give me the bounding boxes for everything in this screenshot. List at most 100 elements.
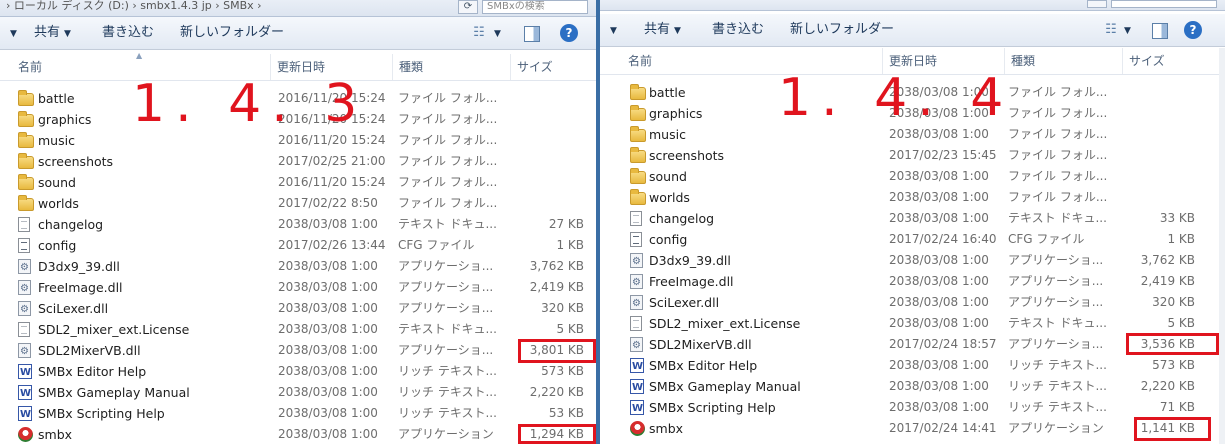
share-button[interactable]: 共有 ▼ [34,17,71,49]
file-row[interactable]: sound 2016/11/20 15:24 ファイル フォル... [0,172,596,193]
help-icon[interactable]: ? [560,24,578,42]
file-row[interactable]: SMBx Gameplay Manual 2038/03/08 1:00 リッチ テ… [600,376,1225,398]
file-row[interactable]: changelog 2038/03/08 1:00 テキスト ドキュ... 27 KB [0,214,596,235]
file-row[interactable]: screenshots 2017/02/25 21:00 ファイル フォル... [0,151,596,172]
file-row[interactable]: SMBx Scripting Help 2038/03/08 1:00 リッチ テキ… [600,397,1225,419]
view-dropdown[interactable]: ▼ [490,17,501,49]
file-row[interactable]: SMBx Editor Help 2038/03/08 1:00 リッチ テキスト.… [0,361,596,383]
address-bar[interactable]: › ローカル ディスク (D:) › smbx1.4.3 jp › SMBx ›… [0,0,596,17]
column-header-size[interactable]: サイズ [510,54,596,80]
view-options-icon[interactable]: ☷ [470,24,488,42]
file-name: worlds [38,196,79,211]
file-row[interactable]: SDL2_mixer_ext.License 2038/03/08 1:00 テキス… [0,319,596,340]
file-row[interactable]: screenshots 2017/02/23 15:45 ファイル フォル... [600,145,1225,166]
file-type: アプリケーショ... [398,259,494,273]
folder-icon [630,84,646,100]
new-folder-button[interactable]: 新しいフォルダー [790,14,894,46]
file-name: worlds [649,190,690,205]
file-name: SMBx Editor Help [38,364,147,379]
folder-icon [18,153,34,169]
preview-pane-icon[interactable] [524,26,540,42]
file-row[interactable]: SMBx Scripting Help 2038/03/08 1:00 リッチ テキ… [0,403,596,425]
file-row[interactable]: sound 2038/03/08 1:00 ファイル フォル... [600,166,1225,187]
refresh-icon[interactable]: ⟳ [458,0,478,14]
file-size [1116,187,1195,208]
highlight-box-sdl2mixervb-size [1126,333,1219,355]
organize-dropdown-tail[interactable]: ▼ [606,14,617,46]
file-date: 2038/03/08 1:00 [278,217,378,231]
help-icon[interactable]: ? [1184,21,1202,39]
file-type: アプリケーショ... [1008,337,1104,351]
file-type: リッチ テキスト... [1008,379,1107,393]
file-size: 3,762 KB [529,259,584,273]
file-size [506,193,584,214]
organize-dropdown-tail[interactable]: ▼ [6,17,17,49]
view-dropdown[interactable]: ▼ [1120,14,1131,46]
file-name: screenshots [649,148,725,163]
file-row[interactable]: worlds 2038/03/08 1:00 ファイル フォル... [600,187,1225,208]
file-row[interactable]: SDL2_mixer_ext.License 2038/03/08 1:00 テキス… [600,313,1225,334]
file-row[interactable]: FreeImage.dll 2038/03/08 1:00 アプリケーショ... 2,… [600,271,1225,293]
file-row[interactable]: config 2017/02/26 13:44 CFG ファイル 1 KB [0,235,596,256]
file-name: SDL2MixerVB.dll [649,337,752,352]
file-row[interactable]: config 2017/02/24 16:40 CFG ファイル 1 KB [600,229,1225,250]
dll-file-icon [630,335,643,356]
file-row[interactable]: SciLexer.dll 2038/03/08 1:00 アプリケーショ... 320… [0,298,596,320]
new-folder-button[interactable]: 新しいフォルダー [180,17,284,49]
file-name: FreeImage.dll [38,280,123,295]
folder-icon [18,195,34,211]
file-size [506,172,584,193]
chevron-down-icon: ▼ [64,29,71,39]
dll-file-icon [18,278,31,299]
folder-icon [18,174,34,190]
file-type: アプリケーショ... [1008,295,1104,309]
share-label: 共有 [34,25,61,40]
search-input[interactable] [1111,0,1217,8]
file-row[interactable]: SDL2MixerVB.dll 2038/03/08 1:00 アプリケーショ...… [0,340,596,362]
folder-icon [630,105,646,121]
file-size: 2,419 KB [1140,274,1195,288]
folder-icon [18,111,34,127]
rich-text-file-icon [630,356,644,377]
refresh-icon[interactable] [1087,0,1107,8]
file-row[interactable]: D3dx9_39.dll 2038/03/08 1:00 アプリケーショ... 3,7… [0,256,596,278]
burn-button[interactable]: 書き込む [102,17,154,49]
file-date: 2017/02/25 21:00 [278,154,386,168]
file-date: 2038/03/08 1:00 [889,169,989,183]
file-list: battle 2016/11/20 15:24 ファイル フォル... graphic… [0,88,596,444]
view-options-icon[interactable]: ☷ [1102,21,1120,39]
file-date: 2038/03/08 1:00 [278,301,378,315]
file-date: 2038/03/08 1:00 [889,316,989,330]
file-row[interactable]: D3dx9_39.dll 2038/03/08 1:00 アプリケーショ... 3,7… [600,250,1225,272]
file-name: SDL2_mixer_ext.License [38,322,190,337]
file-name: SciLexer.dll [649,295,720,310]
file-row[interactable]: SMBx Gameplay Manual 2038/03/08 1:00 リッチ テ… [0,382,596,404]
search-input[interactable]: SMBxの検索 [482,0,588,14]
file-date: 2038/03/08 1:00 [889,274,989,288]
explorer-window-left: › ローカル ディスク (D:) › smbx1.4.3 jp › SMBx ›… [0,0,596,444]
file-row[interactable]: smbx 2017/02/24 14:41 アプリケーション 1,141 KB [600,418,1225,439]
column-header-size[interactable]: サイズ [1122,48,1219,74]
file-row[interactable]: SMBx Editor Help 2038/03/08 1:00 リッチ テキスト.… [600,355,1225,377]
column-header-type[interactable]: 種類 [1004,48,1122,74]
file-row[interactable]: worlds 2017/02/22 8:50 ファイル フォル... [0,193,596,214]
burn-button[interactable]: 書き込む [712,14,764,46]
file-row[interactable]: smbx 2038/03/08 1:00 アプリケーション 1,294 KB [0,424,596,444]
share-button[interactable]: 共有 ▼ [644,14,681,46]
file-name: SMBx Scripting Help [649,400,776,415]
file-row[interactable]: FreeImage.dll 2038/03/08 1:00 アプリケーショ... 2,… [0,277,596,299]
file-row[interactable]: SciLexer.dll 2038/03/08 1:00 アプリケーショ... 320… [600,292,1225,314]
address-path[interactable]: › ローカル ディスク (D:) › smbx1.4.3 jp › SMBx › [6,0,426,14]
file-date: 2017/02/24 14:41 [889,421,997,435]
file-name: D3dx9_39.dll [649,253,731,268]
file-size: 2,220 KB [1140,379,1195,393]
file-type: CFG ファイル [1008,232,1085,246]
preview-pane-icon[interactable] [1152,23,1168,39]
file-date: 2038/03/08 1:00 [278,259,378,273]
file-row[interactable]: changelog 2038/03/08 1:00 テキスト ドキュ... 33 KB [600,208,1225,229]
column-header-type[interactable]: 種類 [392,54,510,80]
vertical-scrollbar[interactable] [1219,48,1225,444]
chevron-down-icon: ▼ [10,29,17,39]
file-date: 2017/02/24 16:40 [889,232,997,246]
file-size: 1 KB [1167,232,1195,246]
